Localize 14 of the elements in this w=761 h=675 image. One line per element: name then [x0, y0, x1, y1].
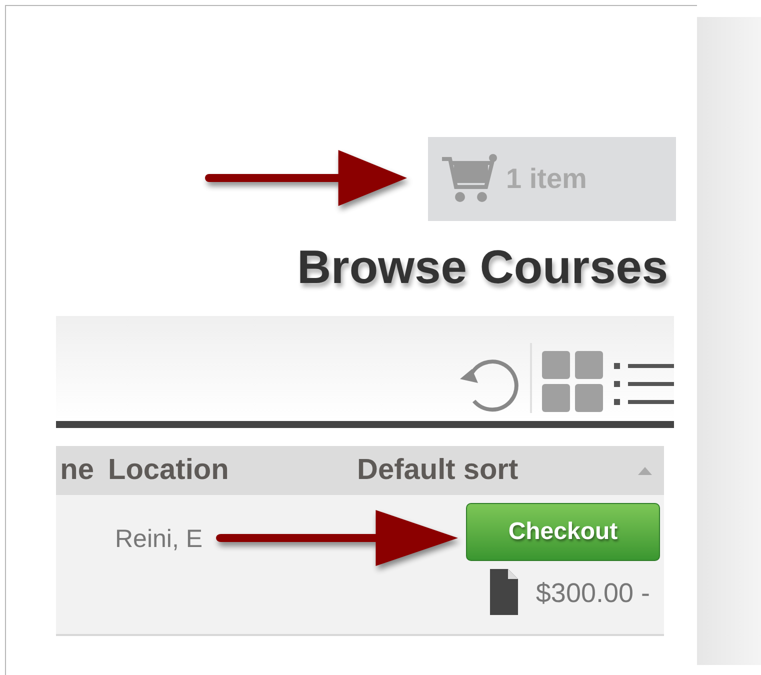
arrow-icon — [205, 148, 407, 208]
price-text: $300.00 - — [536, 577, 650, 610]
document-icon — [490, 569, 518, 615]
location-text: Reini, E — [115, 524, 203, 555]
column-header[interactable]: Location — [108, 448, 357, 492]
page-title: Browse Courses — [297, 239, 668, 295]
refresh-icon[interactable] — [458, 357, 520, 413]
cart-icon — [440, 153, 498, 205]
column-header[interactable]: ne — [56, 448, 108, 492]
checkout-button[interactable]: Checkout — [466, 503, 660, 561]
column-header[interactable]: Default sort — [357, 448, 638, 492]
arrow-icon — [216, 508, 458, 568]
grid-view-icon[interactable] — [542, 351, 604, 413]
list-view-icon[interactable] — [614, 363, 674, 405]
